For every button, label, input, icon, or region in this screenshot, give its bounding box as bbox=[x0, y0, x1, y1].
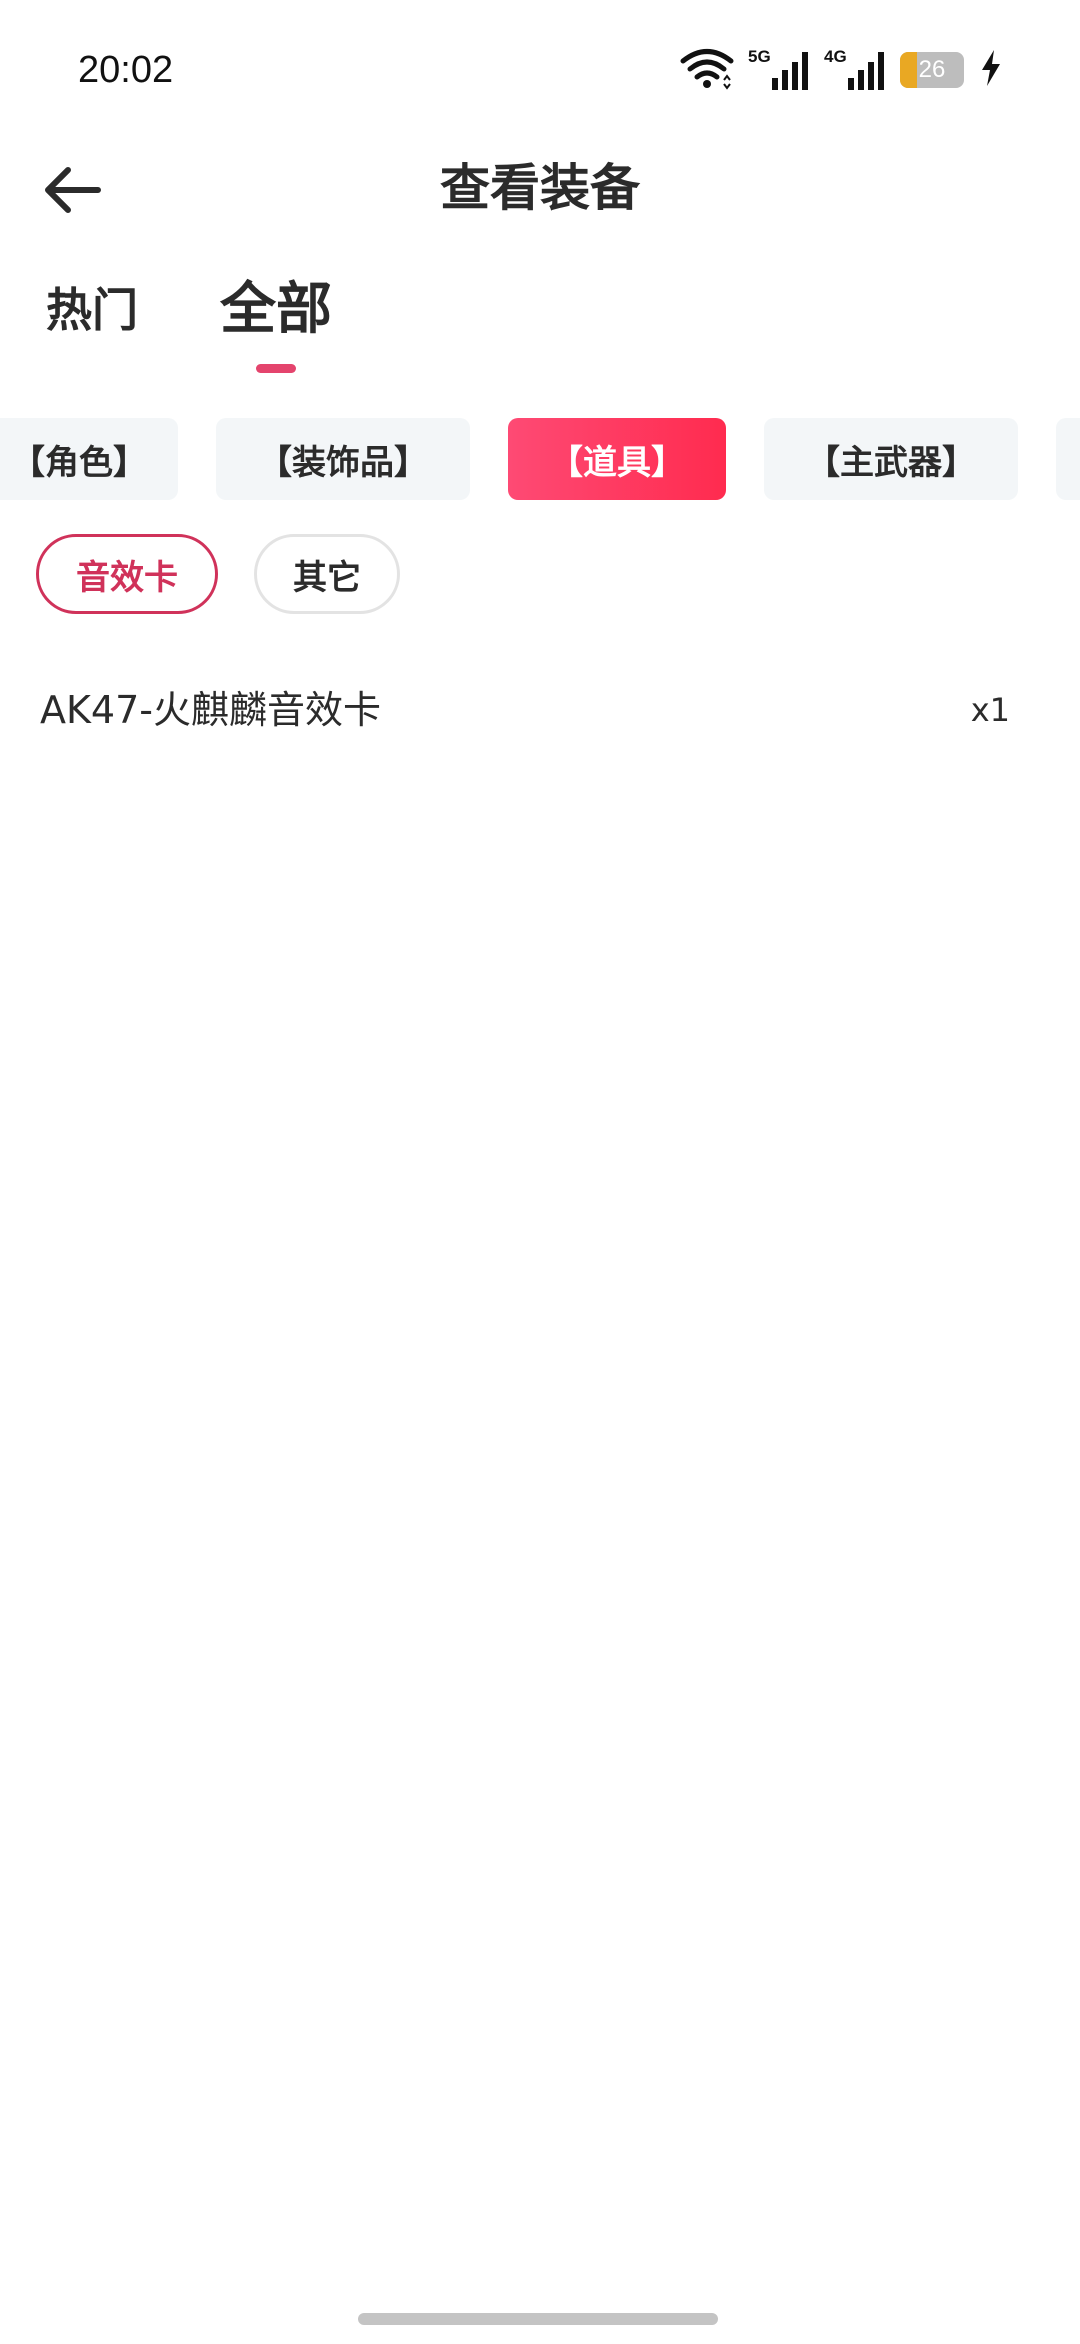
charging-bolt-icon bbox=[978, 48, 1004, 92]
wifi-icon bbox=[680, 46, 734, 94]
category-chip-more[interactable] bbox=[1056, 418, 1080, 500]
category-chip-primary-weapon[interactable]: 【主武器】 bbox=[764, 418, 1018, 500]
sub-filter-other[interactable]: 其它 bbox=[254, 534, 400, 614]
header: 查看装备 bbox=[0, 140, 1080, 240]
sub-filter-sound-card[interactable]: 音效卡 bbox=[36, 534, 218, 614]
main-tabs: 热门 全部 bbox=[0, 270, 1080, 380]
category-chip-decoration[interactable]: 【装饰品】 bbox=[216, 418, 470, 500]
status-time: 20:02 bbox=[78, 49, 174, 91]
category-chip-role[interactable]: 【角色】 bbox=[0, 418, 178, 500]
status-bar: 20:02 5G 4G 26 bbox=[0, 0, 1080, 140]
sub-filter-row: 音效卡 其它 bbox=[0, 534, 1080, 618]
category-chip-item[interactable]: 【道具】 bbox=[508, 418, 726, 500]
home-indicator[interactable] bbox=[358, 2313, 718, 2325]
signal-5g-icon: 5G bbox=[748, 48, 810, 92]
status-icons: 5G 4G 26 bbox=[680, 46, 1004, 94]
battery-icon: 26 bbox=[900, 52, 964, 88]
list-item[interactable]: AK47-火麒麟音效卡 x1 bbox=[0, 670, 1080, 750]
item-list: AK47-火麒麟音效卡 x1 bbox=[0, 670, 1080, 750]
category-row[interactable]: 【角色】 【装饰品】 【道具】 【主武器】 bbox=[0, 418, 1080, 502]
signal-4g-icon: 4G bbox=[824, 48, 886, 92]
tab-hot[interactable]: 热门 bbox=[46, 270, 138, 370]
battery-level: 26 bbox=[918, 56, 946, 83]
page-title: 查看装备 bbox=[440, 159, 640, 217]
tab-all[interactable]: 全部 bbox=[220, 270, 332, 370]
item-name: AK47-火麒麟音效卡 bbox=[40, 688, 381, 732]
item-quantity: x1 bbox=[970, 691, 1010, 729]
tab-indicator bbox=[256, 364, 296, 373]
